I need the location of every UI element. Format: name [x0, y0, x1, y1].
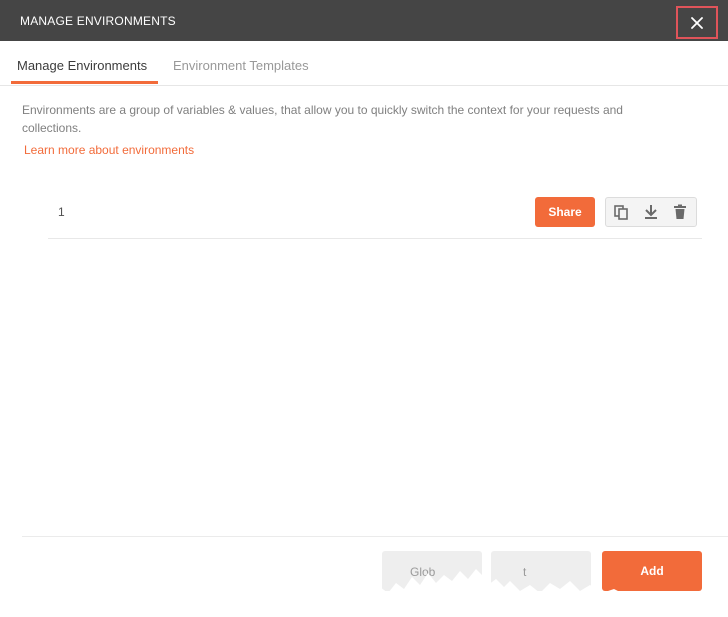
manage-environments-modal: MANAGE ENVIRONMENTS Manage Environments … [0, 0, 728, 617]
environment-name[interactable]: 1 [58, 205, 65, 219]
share-button[interactable]: Share [535, 197, 595, 227]
torn-edge-overlay [370, 569, 728, 617]
environment-row: 1 Share [48, 188, 702, 239]
close-icon [691, 16, 703, 29]
modal-header: MANAGE ENVIRONMENTS [0, 0, 728, 41]
delete-icon[interactable] [672, 204, 688, 220]
footer-divider [22, 536, 728, 537]
modal-title: MANAGE ENVIRONMENTS [20, 14, 176, 28]
tab-bar: Manage Environments Environment Template… [0, 41, 728, 86]
environments-description: Environments are a group of variables & … [22, 103, 623, 135]
learn-more-link[interactable]: Learn more about environments [24, 143, 194, 157]
duplicate-icon[interactable] [613, 204, 629, 220]
download-icon[interactable] [643, 204, 659, 220]
active-tab-indicator [11, 81, 158, 84]
environment-actions [605, 197, 697, 227]
close-button[interactable] [676, 6, 718, 39]
tab-manage-environments[interactable]: Manage Environments [17, 58, 147, 73]
tab-environment-templates[interactable]: Environment Templates [173, 58, 309, 73]
